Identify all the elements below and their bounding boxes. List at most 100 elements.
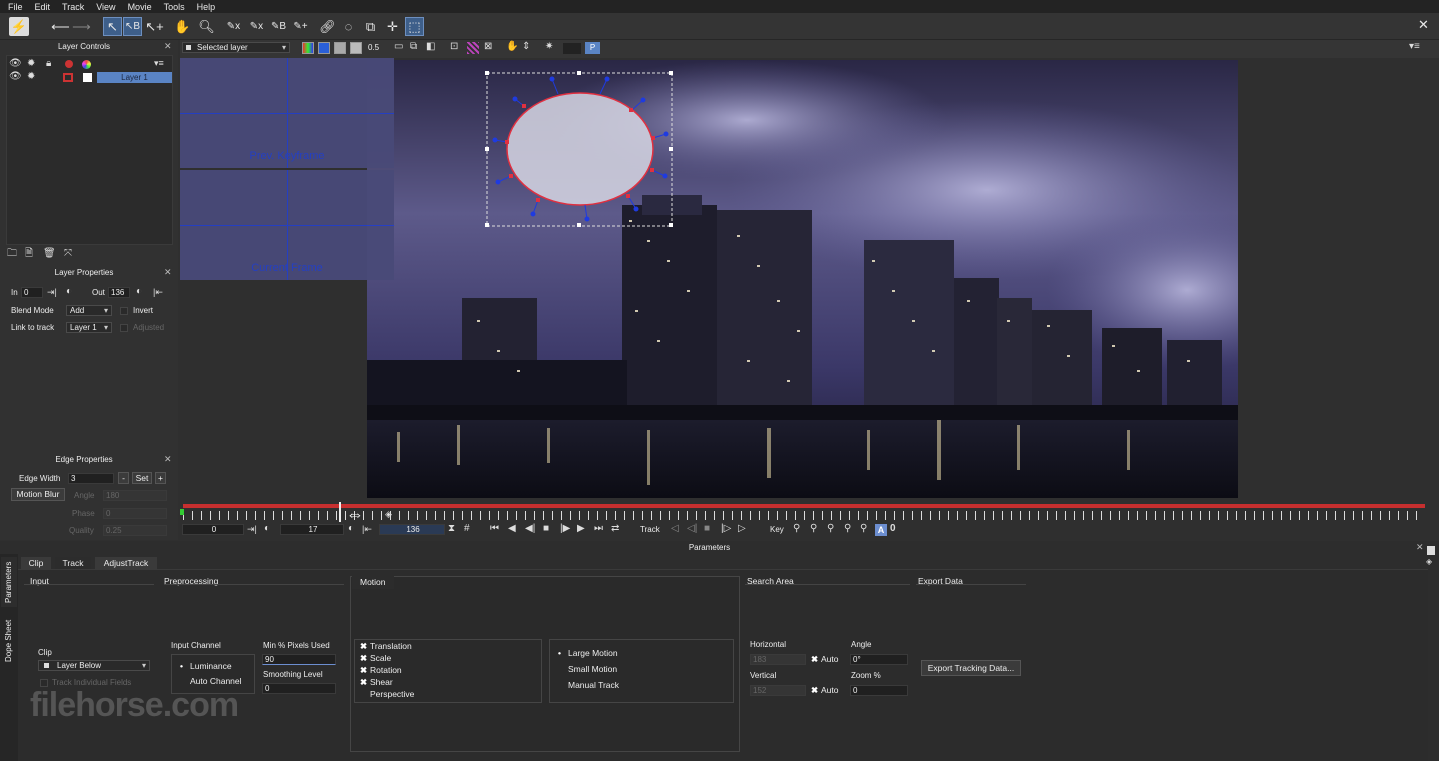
motion-blur-button[interactable]: Motion Blur: [11, 488, 65, 501]
clip-select[interactable]: Layer Below: [38, 660, 150, 671]
timeline-track-bar[interactable]: [183, 504, 1425, 508]
zoom-field[interactable]: 0: [850, 685, 908, 696]
out-keyframe-icon[interactable]: ◐: [136, 286, 142, 298]
tracking-spline-overlay[interactable]: [480, 66, 680, 232]
key-add-icon[interactable]: ⚲: [793, 523, 800, 535]
overlay-icon[interactable]: [350, 42, 362, 54]
grid-icon[interactable]: [467, 42, 479, 54]
rotation-check[interactable]: ✖ Rotation: [360, 665, 402, 676]
start-keyframe-icon[interactable]: ◐: [264, 523, 270, 535]
parameters-close-icon[interactable]: ✕: [1416, 542, 1424, 552]
select-tool-icon[interactable]: ↖: [103, 17, 122, 36]
key-delete-all-icon[interactable]: ⚲: [860, 523, 867, 535]
loop-mode-icon[interactable]: ⇄: [611, 523, 619, 535]
pen-plus-icon[interactable]: ✎+: [291, 17, 310, 36]
opacity-value[interactable]: 0.5: [368, 43, 379, 53]
track-forward-icon[interactable]: ▷: [738, 523, 746, 535]
angle-field[interactable]: 180: [103, 490, 167, 501]
menu-tools[interactable]: Tools: [164, 2, 185, 12]
play-forward-icon[interactable]: ▶: [577, 523, 585, 535]
in-keyframe-icon[interactable]: ◐: [66, 286, 72, 298]
magnifier-view-icon[interactable]: ⊠: [484, 41, 492, 53]
vertical-auto-check[interactable]: ✖ Auto: [811, 685, 839, 696]
edge-width-set-button[interactable]: Set: [132, 472, 152, 484]
zoom-tool-icon[interactable]: 🔍︎: [197, 17, 216, 36]
alpha-channel-icon[interactable]: [318, 42, 330, 54]
viewer-menu-icon[interactable]: ▾≡: [1409, 41, 1420, 53]
play-backward-icon[interactable]: ◀: [508, 523, 516, 535]
link-icon[interactable]: 🔗︎: [318, 17, 337, 36]
track-backward-icon[interactable]: ◁: [671, 523, 679, 535]
set-start-icon[interactable]: ⇥|: [247, 523, 257, 535]
new-folder-icon[interactable]: 🗀: [7, 248, 17, 260]
set-end-icon[interactable]: |⇤: [362, 523, 372, 535]
phase-field[interactable]: 0: [103, 508, 167, 519]
side-tab-parameters[interactable]: Parameters: [1, 557, 17, 607]
brightness-icon[interactable]: ✷: [545, 41, 553, 53]
menu-help[interactable]: Help: [197, 2, 216, 12]
timeline-end-field[interactable]: 136: [379, 524, 445, 535]
hand-view-icon[interactable]: ✋: [506, 41, 518, 53]
edge-width-field[interactable]: 3: [68, 473, 114, 484]
hand-tool-icon[interactable]: ✋: [173, 17, 192, 36]
selected-layer-select[interactable]: Selected layer: [182, 42, 290, 53]
color-swatch-field[interactable]: [563, 43, 581, 54]
menu-track[interactable]: Track: [62, 2, 84, 12]
layer-properties-close-icon[interactable]: ✕: [164, 267, 172, 277]
shear-check[interactable]: ✖ Shear: [360, 677, 393, 688]
redo-arrow-icon[interactable]: ⟶: [72, 17, 91, 36]
tab-clip[interactable]: Clip: [21, 557, 51, 569]
lasso-icon[interactable]: ◌: [339, 17, 358, 36]
link-to-track-select[interactable]: Layer 1: [66, 322, 112, 333]
visibility-eye-icon[interactable]: 👁︎: [9, 58, 22, 70]
matte-icon[interactable]: [334, 42, 346, 54]
gear-sun-icon[interactable]: ✹: [27, 58, 35, 70]
add-point-x-icon[interactable]: ✎x: [247, 17, 266, 36]
track-step-forward-icon[interactable]: |▷: [721, 523, 731, 535]
layer-menu-icon[interactable]: ▾≡: [154, 57, 164, 69]
key-zero-icon[interactable]: 0: [890, 523, 896, 535]
quality-field[interactable]: 0.25: [103, 525, 167, 536]
set-in-icon[interactable]: ⇥|: [47, 286, 57, 298]
track-stop-icon[interactable]: ■: [704, 523, 710, 535]
lock-icon[interactable]: 🔒︎: [46, 58, 51, 70]
color-wheel-icon[interactable]: [82, 60, 91, 69]
window-close-icon[interactable]: ✕: [1414, 15, 1433, 34]
add-point-tool-icon[interactable]: ↖+: [145, 17, 164, 36]
view-center-icon[interactable]: ⊡: [450, 41, 458, 53]
transform-box-icon[interactable]: ⧉: [361, 17, 380, 36]
edge-properties-close-icon[interactable]: ✕: [164, 454, 172, 464]
stop-icon[interactable]: ■: [543, 523, 549, 535]
perspective-check[interactable]: Perspective: [360, 689, 414, 700]
playhead-handle-icon[interactable]: ⇔: [345, 504, 365, 524]
in-field[interactable]: 0: [21, 287, 43, 298]
move-cross-icon[interactable]: ✛: [383, 17, 402, 36]
fit-view-icon[interactable]: ⇕: [522, 41, 530, 53]
tab-adjust-track[interactable]: AdjustTrack: [95, 557, 157, 569]
fit-icon[interactable]: ⤧: [64, 248, 72, 260]
export-tracking-data-button[interactable]: Export Tracking Data...: [921, 660, 1021, 676]
undo-arrow-icon[interactable]: ⟵: [51, 17, 70, 36]
auto-key-a-icon[interactable]: A: [875, 524, 887, 536]
rgb-channels-icon[interactable]: [302, 42, 314, 54]
step-forward-icon[interactable]: |▶: [560, 523, 570, 535]
layer1-visibility-eye-icon[interactable]: 👁︎: [9, 71, 22, 83]
record-icon[interactable]: [65, 60, 73, 68]
horizontal-auto-check[interactable]: ✖ Auto: [811, 654, 839, 665]
panel-collapse-icon[interactable]: [1427, 546, 1435, 555]
proxy-p-button[interactable]: P: [585, 42, 600, 54]
menu-movie[interactable]: Movie: [128, 2, 152, 12]
smoothing-field[interactable]: 0: [262, 683, 336, 694]
out-field[interactable]: 136: [108, 287, 130, 298]
menu-file[interactable]: File: [8, 2, 23, 12]
go-first-icon[interactable]: ⏮: [490, 523, 499, 535]
layer-row-layer1[interactable]: Layer 1: [97, 72, 172, 83]
view-compare-icon[interactable]: ◧: [426, 41, 435, 53]
layer-controls-close-icon[interactable]: ✕: [164, 41, 172, 51]
layer1-color-swatch[interactable]: [83, 73, 92, 82]
delete-point-x-icon[interactable]: ✎x: [224, 17, 243, 36]
layer1-mask-icon[interactable]: [63, 73, 73, 82]
bounding-box-icon[interactable]: ⬚: [405, 17, 424, 36]
side-tab-dope-sheet[interactable]: Dope Sheet: [1, 612, 17, 670]
loop-range-icon[interactable]: ⧗: [448, 523, 455, 535]
